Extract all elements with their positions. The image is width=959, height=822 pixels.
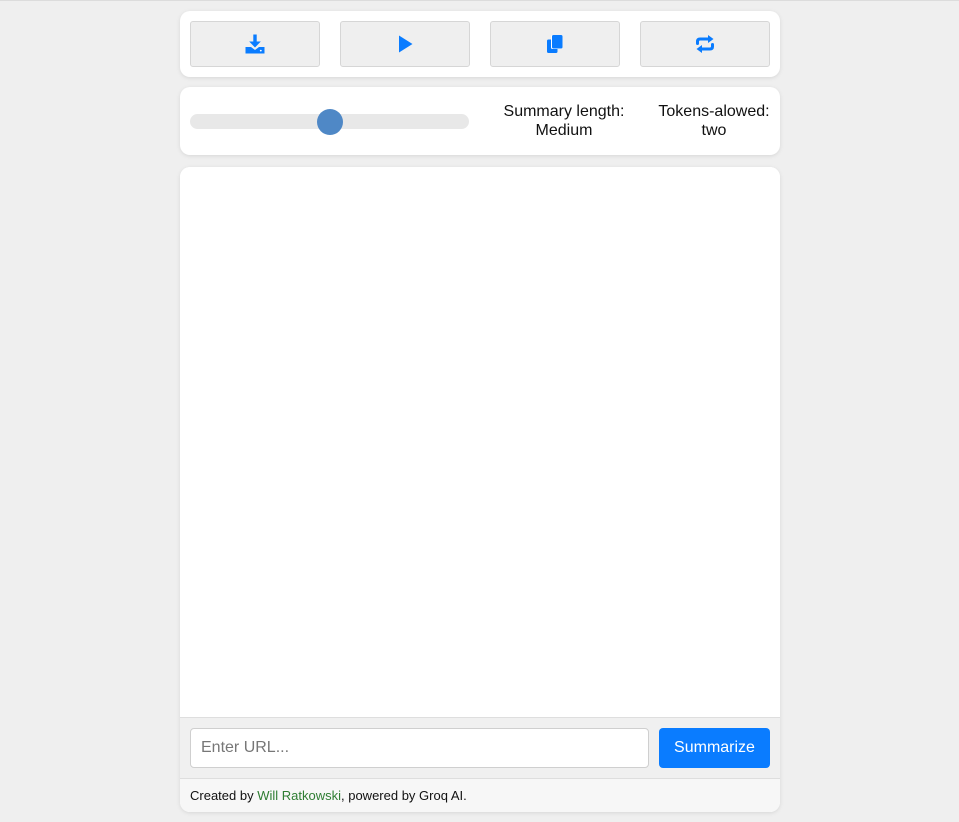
footer: Created by Will Ratkowski, powered by Gr…: [180, 779, 780, 812]
summary-length-slider[interactable]: [190, 109, 469, 135]
copy-button[interactable]: [490, 21, 620, 67]
summary-output-area: [180, 167, 780, 717]
repeat-button[interactable]: [640, 21, 770, 67]
footer-suffix: , powered by Groq AI.: [341, 788, 467, 803]
play-icon: [399, 35, 413, 53]
copy-icon: [547, 35, 563, 53]
author-link[interactable]: Will Ratkowski: [257, 788, 341, 803]
main-panel: Summarize Created by Will Ratkowski, pow…: [180, 167, 780, 812]
tokens-allowed-info: Tokens-alowed: two: [654, 102, 774, 140]
download-button[interactable]: [190, 21, 320, 67]
tokens-allowed-label: Tokens-alowed:: [658, 103, 770, 120]
play-button[interactable]: [340, 21, 470, 67]
summary-length-info: Summary length: Medium: [498, 102, 630, 140]
download-icon: [245, 34, 265, 54]
summarize-button[interactable]: Summarize: [659, 728, 770, 768]
toolbar: [180, 11, 780, 77]
window-top-border: [0, 0, 959, 1]
repeat-icon: [696, 35, 714, 53]
footer-prefix: Created by: [190, 788, 258, 803]
summary-length-label: Summary length:: [503, 103, 625, 120]
controls-panel: Summary length: Medium Tokens-alowed: tw…: [180, 87, 780, 155]
url-input[interactable]: [190, 728, 649, 768]
summary-length-value: Medium: [535, 122, 593, 139]
slider-thumb[interactable]: [316, 109, 343, 135]
tokens-allowed-value: two: [701, 122, 727, 139]
url-input-bar: Summarize: [180, 717, 780, 779]
